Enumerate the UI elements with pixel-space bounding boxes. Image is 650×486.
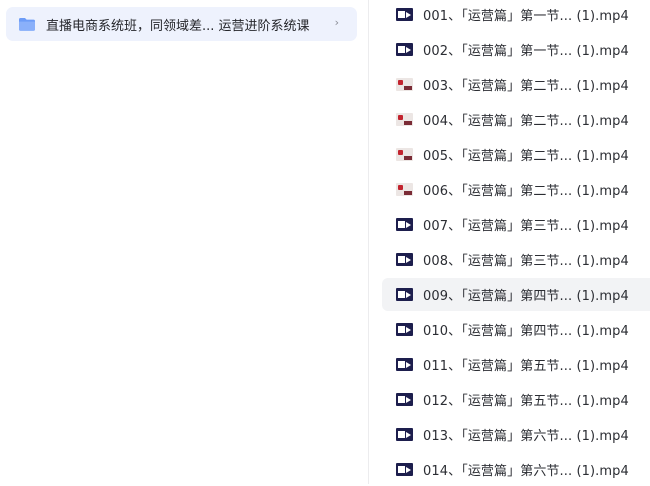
- file-name: 010、「运营篇」第四节... (1).mp4: [423, 324, 629, 339]
- file-row[interactable]: 004、「运营篇」第二节... (1).mp4: [382, 103, 650, 136]
- file-row[interactable]: 011、「运营篇」第五节... (1).mp4: [382, 348, 650, 381]
- video-thumbnail-icon: [396, 78, 413, 91]
- video-file-icon: [396, 288, 413, 301]
- file-row[interactable]: 008、「运营篇」第三节... (1).mp4: [382, 243, 650, 276]
- video-file-icon: [396, 463, 413, 476]
- file-name: 007、「运营篇」第三节... (1).mp4: [423, 219, 629, 234]
- video-file-icon: [396, 358, 413, 371]
- file-name: 003、「运营篇」第二节... (1).mp4: [423, 79, 629, 94]
- video-thumbnail-icon: [396, 113, 413, 126]
- video-thumbnail-icon: [396, 148, 413, 161]
- file-name: 012、「运营篇」第五节... (1).mp4: [423, 394, 629, 409]
- file-row[interactable]: 005、「运营篇」第二节... (1).mp4: [382, 138, 650, 171]
- file-row[interactable]: 012、「运营篇」第五节... (1).mp4: [382, 383, 650, 416]
- file-name: 001、「运营篇」第一节... (1).mp4: [423, 9, 629, 24]
- file-row[interactable]: 003、「运营篇」第二节... (1).mp4: [382, 68, 650, 101]
- file-row[interactable]: 010、「运营篇」第四节... (1).mp4: [382, 313, 650, 346]
- file-name: 002、「运营篇」第一节... (1).mp4: [423, 44, 629, 59]
- file-name: 005、「运营篇」第二节... (1).mp4: [423, 149, 629, 164]
- video-file-icon: [396, 218, 413, 231]
- video-file-icon: [396, 43, 413, 56]
- video-file-icon: [396, 253, 413, 266]
- file-name: 011、「运营篇」第五节... (1).mp4: [423, 359, 629, 374]
- file-name: 006、「运营篇」第二节... (1).mp4: [423, 184, 629, 199]
- chevron-right-icon[interactable]: ›: [335, 16, 339, 29]
- file-row[interactable]: 013、「运营篇」第六节... (1).mp4: [382, 418, 650, 451]
- file-name: 013、「运营篇」第六节... (1).mp4: [423, 429, 629, 444]
- video-file-icon: [396, 323, 413, 336]
- folder-tree-pane: 直播电商系统班，同领域差... 运营进阶系统课 ›: [0, 0, 368, 484]
- file-name: 004、「运营篇」第二节... (1).mp4: [423, 114, 629, 129]
- video-file-icon: [396, 8, 413, 21]
- file-row[interactable]: 006、「运营篇」第二节... (1).mp4: [382, 173, 650, 206]
- video-file-icon: [396, 393, 413, 406]
- file-name: 008、「运营篇」第三节... (1).mp4: [423, 254, 629, 269]
- file-row[interactable]: 007、「运营篇」第三节... (1).mp4: [382, 208, 650, 241]
- video-thumbnail-icon: [396, 183, 413, 196]
- pane-divider: [368, 0, 369, 484]
- file-name: 009、「运营篇」第四节... (1).mp4: [423, 289, 629, 304]
- file-row[interactable]: 014、「运营篇」第六节... (1).mp4: [382, 453, 650, 486]
- folder-icon: [18, 16, 36, 32]
- file-name: 014、「运营篇」第六节... (1).mp4: [423, 464, 629, 479]
- file-list: 001、「运营篇」第一节... (1).mp4 002、「运营篇」第一节... (…: [382, 0, 650, 484]
- folder-name: 直播电商系统班，同领域差... 运营进阶系统课: [46, 18, 310, 34]
- file-row[interactable]: 009、「运营篇」第四节... (1).mp4: [382, 278, 650, 311]
- file-row[interactable]: 002、「运营篇」第一节... (1).mp4: [382, 33, 650, 66]
- video-file-icon: [396, 428, 413, 441]
- folder-item[interactable]: 直播电商系统班，同领域差... 运营进阶系统课 ›: [6, 7, 357, 41]
- file-row[interactable]: 001、「运营篇」第一节... (1).mp4: [382, 0, 650, 31]
